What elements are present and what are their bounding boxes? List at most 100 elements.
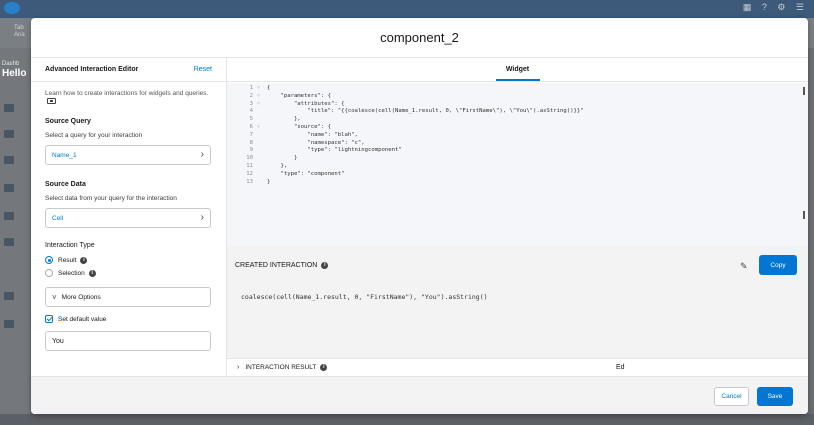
panel-title: Advanced Interaction Editor [45,66,139,73]
code-text: "type": "component" [267,170,345,177]
scroll-marker [803,87,805,95]
side-icon [4,238,14,246]
help-text: Learn how to create interactions for wid… [45,90,215,106]
checkbox-checked[interactable] [45,315,53,323]
interaction-result-row[interactable]: › INTERACTION RESULT i Ed [227,358,808,376]
source-data-title: Source Data [45,181,86,188]
code-line: 6 ˅ "source": { [227,124,808,132]
reset-link[interactable]: Reset [194,66,212,73]
line-number: 4 [249,108,253,115]
line-number: 5 [249,116,253,123]
side-icon [4,156,14,164]
interaction-type-title: Interaction Type [45,242,95,249]
tab-widget[interactable]: Widget [495,66,540,81]
more-options-toggle[interactable]: ˅ More Options [45,287,211,307]
fold-chevron-icon [257,108,267,116]
side-icon [4,212,14,220]
app-logo [4,2,20,14]
json-code-editor[interactable]: 1 ˅{2 ˅ "parameters": {3 ˅ "attributes": {4… [227,83,808,245]
source-data-value: Cell [52,214,64,222]
code-text: "type": "lightningcomponent" [267,147,402,154]
video-icon[interactable] [47,98,56,105]
panel-content: Learn how to create interactions for wid… [31,82,226,351]
widget-panel: Widget 1 ˅{2 ˅ "parameters": {3 ˅ "attribut… [227,58,808,376]
source-data-select[interactable]: Cell › [45,208,211,228]
code-line: 13} [227,179,808,187]
info-icon[interactable]: i [321,262,329,269]
code-text: "source": { [267,123,331,130]
line-number: 1 [249,85,253,91]
radio-selection[interactable]: Selection i [45,269,212,277]
default-value-input[interactable]: You [45,331,211,351]
fold-chevron-icon [257,140,267,148]
line-number: 10 [246,155,253,162]
fold-chevron-icon [257,163,267,171]
source-query-value: Name_1 [52,151,77,159]
info-icon[interactable]: i [320,364,328,371]
cancel-button[interactable]: Cancel [714,387,749,406]
source-query-select[interactable]: Name_1 › [45,145,211,165]
interaction-editor-panel: Advanced Interaction Editor Reset Learn … [31,58,227,376]
side-icon [4,184,14,192]
app-side-label: Dashb [2,61,20,67]
code-line: 5 }, [227,116,808,124]
header-utility-icons: ▦ ? ⚙ ☰ [742,2,808,12]
app-tab: Tab Ana [14,25,25,38]
fold-chevron-icon [257,171,267,179]
code-text: "parameters": { [267,92,331,99]
set-default-checkbox-row[interactable]: Set default value [45,315,212,323]
modal-body: Advanced Interaction Editor Reset Learn … [31,58,808,376]
code-text: { [267,85,271,91]
line-number: 9 [249,147,253,154]
source-data-subtitle: Select data from your query for the inte… [45,195,177,202]
line-number: 12 [246,170,253,177]
modal-title: component_2 [380,30,459,45]
created-interaction-code: coalesce(cell(Name_1.result, 0, "FirstNa… [241,293,488,301]
code-line: 1 ˅{ [227,85,808,93]
fold-chevron-icon [257,179,267,187]
line-number: 11 [246,162,253,169]
created-interaction-header: CREATED INTERACTION i [235,262,329,269]
fold-chevron-icon[interactable]: ˅ [257,124,267,132]
pencil-icon[interactable]: ✎ [740,261,748,272]
line-number: 6 [249,123,253,130]
info-icon[interactable]: i [88,269,96,277]
info-icon[interactable]: i [80,256,88,264]
code-line: 12 "type": "component" [227,171,808,179]
line-number: 8 [249,139,253,146]
radio-button-selected[interactable] [45,256,53,264]
code-line: 4 "title": "{{coalesce(cell(Name_1.resul… [227,108,808,116]
code-text: } [267,155,298,162]
code-text: "attributes": { [267,100,345,107]
code-line: 2 ˅ "parameters": { [227,93,808,101]
modal-footer: Cancel Save [31,376,808,414]
component-editor-modal: component_2 Advanced Interaction Editor … [31,18,808,414]
chevron-right-icon: › [200,212,204,223]
fold-chevron-icon[interactable]: ˅ [257,93,267,101]
save-button[interactable]: Save [757,387,793,406]
copy-button[interactable]: Copy [759,255,797,275]
tab-bar: Widget [227,58,808,82]
app-header: ▦ ? ⚙ ☰ [0,0,814,18]
fold-chevron-icon[interactable]: ˅ [257,101,267,109]
code-line: 9 "type": "lightningcomponent" [227,147,808,155]
code-text: "namespace": "c", [267,139,365,146]
app-side-title: Hello [2,68,27,79]
chevron-right-icon[interactable]: › [237,364,239,371]
code-line: 8 "namespace": "c", [227,140,808,148]
side-icon [4,292,14,300]
code-text: "name": "blah", [267,131,358,138]
code-text: } [267,178,271,185]
modal-header: component_2 [31,18,808,58]
line-number: 7 [249,131,253,138]
fold-chevron-icon [257,147,267,155]
code-line: 10 } [227,155,808,163]
side-icon [4,104,14,112]
line-number: 13 [246,178,253,185]
code-text: }, [267,116,301,123]
radio-button[interactable] [45,269,53,277]
radio-result[interactable]: Result i [45,256,212,264]
fold-chevron-icon[interactable]: ˅ [257,85,267,93]
code-line: 7 "name": "blah", [227,132,808,140]
chevron-down-icon: ˅ [52,292,57,302]
